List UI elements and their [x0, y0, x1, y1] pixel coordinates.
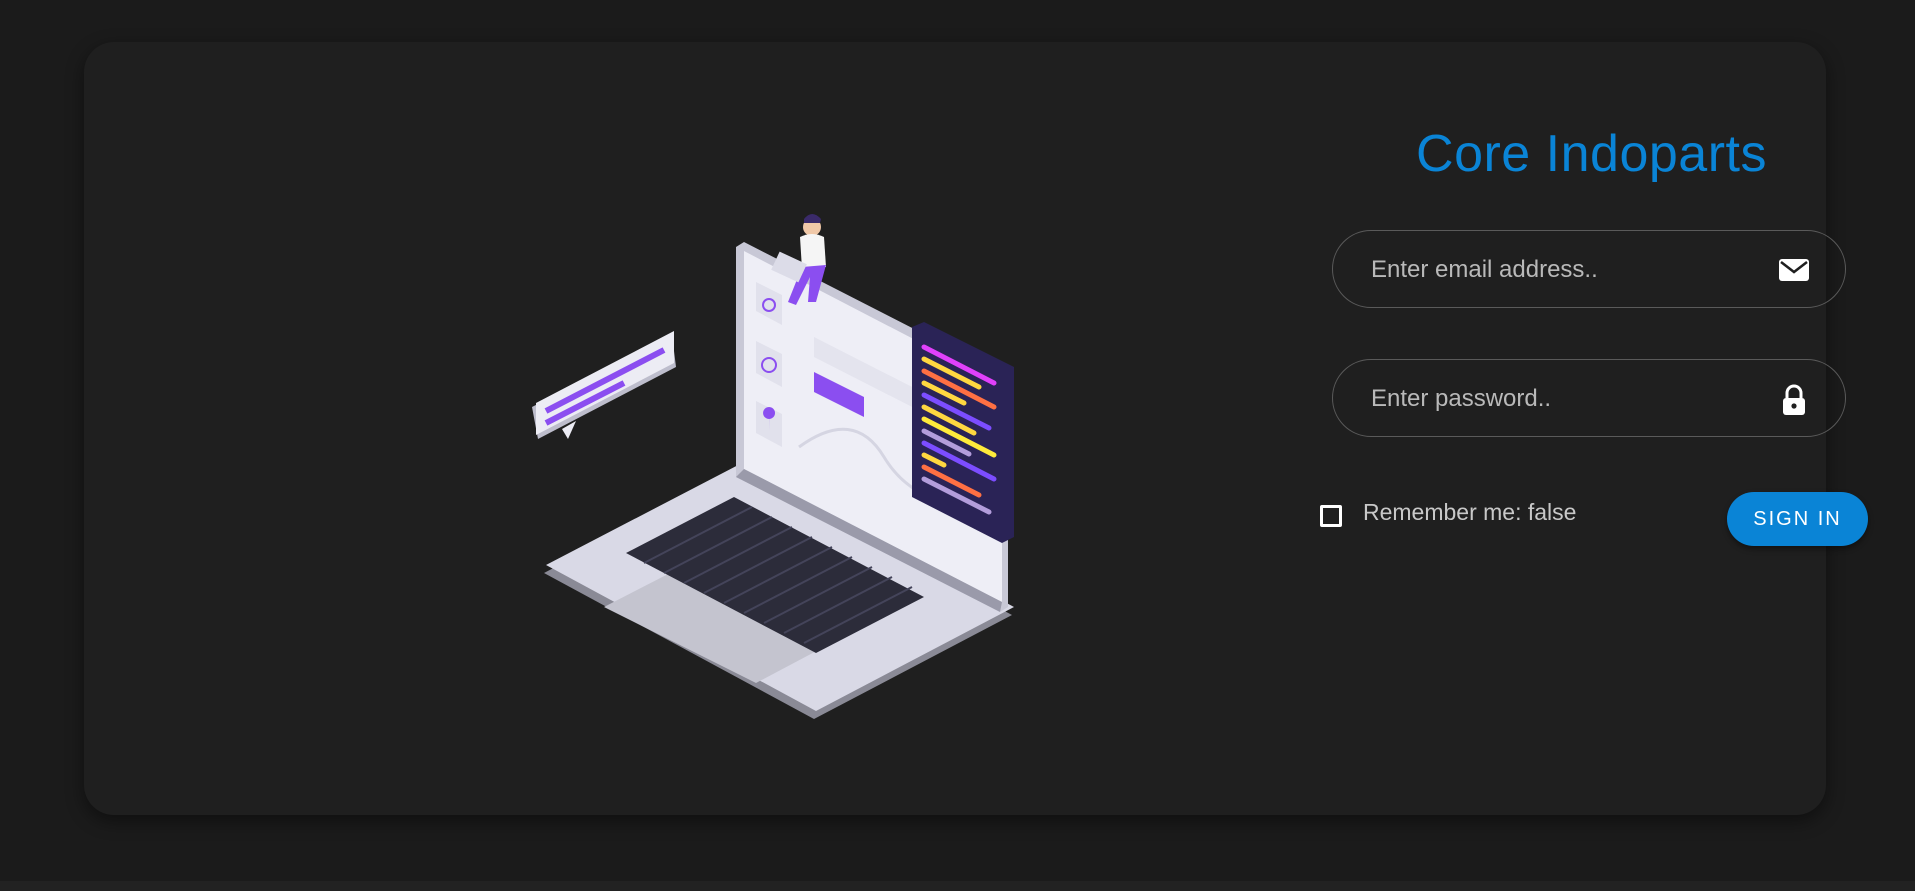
lock-icon [1777, 383, 1811, 415]
bottom-bar [0, 881, 1915, 891]
envelope-icon [1777, 254, 1811, 286]
login-page: Core Indoparts Enter email address.. Rem… [0, 0, 1915, 891]
laptop-illustration-graphic [532, 214, 1014, 719]
app-title: Core Indoparts [1416, 125, 1767, 183]
password-field-wrapper [1332, 359, 1846, 438]
login-form: Core Indoparts Enter email address.. Rem… [1314, 84, 1910, 644]
laptop-illustration [524, 207, 1044, 727]
remember-me-checkbox[interactable] [1320, 505, 1342, 527]
remember-me: Remember me: false [1320, 499, 1650, 539]
password-field[interactable] [1369, 360, 1753, 438]
login-card: Core Indoparts Enter email address.. Rem… [84, 42, 1868, 815]
remember-me-label: Remember me: false [1363, 499, 1577, 525]
email-field-wrapper [1332, 230, 1846, 309]
sign-in-button[interactable]: SIGN IN [1727, 492, 1868, 546]
email-field[interactable] [1369, 231, 1753, 309]
